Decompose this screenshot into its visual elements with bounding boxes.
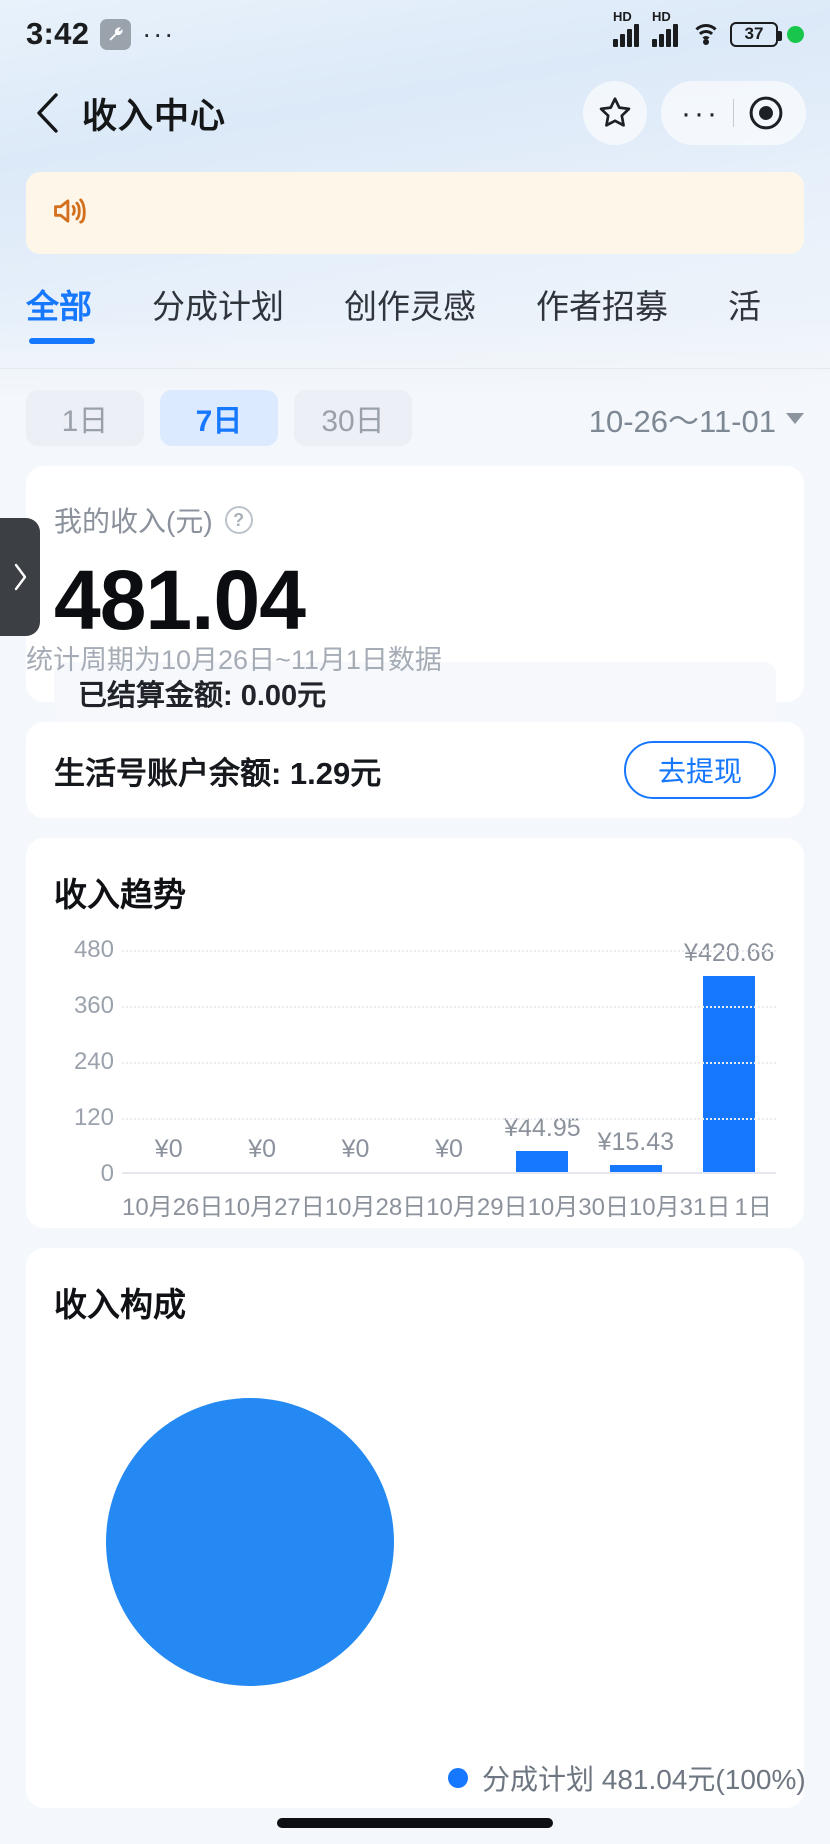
record-target-icon[interactable] (734, 81, 798, 145)
date-range-dropdown[interactable]: 10-26～11-01 (589, 396, 804, 441)
chart-bar-column[interactable]: ¥15.43 (589, 950, 682, 1172)
status-bar: 3:42 ··· HD HD 37 (0, 0, 830, 68)
page-title: 收入中心 (82, 96, 227, 136)
speaker-icon (50, 192, 88, 235)
chart-x-tick: 10月30日 (527, 1194, 629, 1221)
account-balance-card: 生活号账户余额: 1.29元 去提现 (26, 722, 804, 818)
tab-all[interactable]: 全部 (26, 280, 95, 344)
chart-x-tick: 10月27日 (223, 1194, 325, 1221)
chart-plot-area: ¥0 ¥0 ¥0 ¥0 ¥44.95 ¥15.43 ¥420.66 0 120 240 360 48… (74, 936, 776, 1187)
chart-gridline (122, 1062, 776, 1064)
chart-y-tick: 240 (73, 1048, 114, 1075)
chart-x-axis (122, 1172, 776, 1174)
range-chip-30day[interactable]: 30日 (294, 390, 412, 446)
chart-bar-value-label: ¥420.66 (684, 938, 775, 967)
chart-bar-value-label: ¥0 (341, 1135, 370, 1163)
chart-y-tick: 360 (73, 992, 114, 1019)
chart-gridline (122, 950, 776, 952)
status-overflow-icon: ··· (142, 18, 176, 49)
chart-bar-column[interactable]: ¥420.66 (683, 939, 776, 1172)
income-composition-pie[interactable] (106, 1398, 394, 1686)
question-mark-icon[interactable]: ? (224, 506, 253, 534)
chart-gridline (122, 1006, 776, 1008)
chart-bar-column[interactable]: ¥0 (309, 950, 402, 1172)
chart-bars: ¥0 ¥0 ¥0 ¥0 ¥44.95 ¥15.43 ¥420.66 (122, 939, 776, 1172)
more-options-button[interactable]: ··· (669, 81, 733, 145)
chart-x-tick: 10月28日 (324, 1194, 427, 1221)
more-dots-icon: ··· (681, 96, 720, 130)
chart-y-tick: 120 (73, 1104, 114, 1131)
income-label: 我的收入(元) (54, 506, 213, 537)
date-range-value: 10-26～11-01 (588, 403, 776, 439)
signal-icon-1: HD (613, 9, 639, 47)
income-composition-title: 收入构成 (54, 1286, 186, 1323)
withdraw-button[interactable]: 去提现 (623, 741, 776, 799)
income-composition-card: 收入构成 (26, 1248, 804, 1808)
tab-revenue-plan[interactable]: 分成计划 (152, 280, 284, 344)
chevron-down-icon (786, 412, 804, 424)
tab-author-recruitment[interactable]: 作者招募 (536, 280, 668, 344)
chart-x-tick: 10月31日 (628, 1194, 731, 1221)
chart-bar-value-label: ¥15.43 (597, 1127, 675, 1156)
range-chip-1day[interactable]: 1日 (26, 390, 144, 446)
category-tabs: 全部 分成计划 创作灵感 作者招募 活 (0, 280, 830, 370)
range-chip-7day[interactable]: 7日 (160, 390, 278, 446)
chart-bar-column[interactable]: ¥0 (122, 950, 215, 1172)
side-panel-handle[interactable] (0, 518, 40, 636)
chart-bar-value-label: ¥0 (154, 1135, 183, 1163)
clock: 3:42 (26, 16, 90, 51)
date-range-selector: 1日 7日 30日 10-26～11-01 (26, 386, 804, 450)
chart-x-tick: 10月26日 (122, 1194, 224, 1221)
header-actions: ··· (582, 81, 806, 145)
status-bar-left: 3:42 ··· (26, 16, 175, 52)
income-trend-card: 收入趋势 ¥0 ¥0 ¥0 ¥0 ¥44.95 ¥15.43 ¥420.66 0 120 240… (26, 838, 804, 1228)
app-header: 收入中心 ··· (0, 68, 830, 158)
status-bar-right: HD HD 37 (613, 9, 804, 47)
pie-legend: 分成计划 481.04元(100%) (448, 1758, 806, 1798)
chart-bar[interactable] (516, 1151, 569, 1172)
chart-x-tick: 1日 (734, 1194, 772, 1221)
legend-color-dot (448, 1768, 468, 1788)
back-chevron-icon[interactable] (24, 90, 70, 136)
income-label-row: 我的收入(元) ? (54, 500, 776, 540)
star-icon[interactable] (582, 81, 647, 145)
chart-y-tick: 480 (73, 936, 114, 963)
signal-icon-2: HD (652, 9, 678, 47)
tab-activity-partial[interactable]: 活 (728, 280, 761, 344)
chart-x-labels: 10月26日 10月27日 10月28日 10月29日 10月30日 10月31日 1日 (122, 1187, 776, 1222)
wifi-icon (691, 22, 721, 46)
chart-x-tick: 10月29日 (426, 1194, 528, 1221)
battery-icon: 37 (730, 21, 782, 47)
chart-gridline (122, 1118, 776, 1120)
chart-bar-value-label: ¥0 (435, 1135, 463, 1163)
tabs-divider (0, 368, 830, 369)
chart-bar-column[interactable]: ¥44.95 (496, 950, 589, 1172)
home-indicator (277, 1818, 553, 1828)
chevron-right-icon (14, 563, 27, 591)
announcement-banner[interactable] (26, 172, 804, 254)
chart-bar[interactable] (609, 1164, 662, 1172)
wrench-icon (100, 18, 132, 50)
income-amount: 481.04 (54, 553, 306, 647)
income-trend-chart: ¥0 ¥0 ¥0 ¥0 ¥44.95 ¥15.43 ¥420.66 0 120 240 360 48… (54, 936, 776, 1230)
recording-indicator-icon (787, 25, 804, 43)
legend-label: 分成计划 481.04元(100%) (482, 1764, 806, 1795)
account-balance-text: 生活号账户余额: 1.29元 (54, 755, 382, 791)
tab-creative-inspiration[interactable]: 创作灵感 (344, 280, 476, 344)
income-trend-title: 收入趋势 (54, 876, 186, 913)
chart-y-tick: 0 (100, 1160, 114, 1187)
chart-bar-column[interactable]: ¥0 (215, 950, 308, 1172)
chart-bar-column[interactable]: ¥0 (402, 950, 495, 1172)
chart-bar-value-label: ¥0 (248, 1135, 277, 1163)
header-menu-group: ··· (660, 81, 806, 145)
battery-level: 37 (744, 24, 764, 43)
statistics-period-note: 统计周期为10月26日~11月1日数据 (26, 645, 442, 675)
